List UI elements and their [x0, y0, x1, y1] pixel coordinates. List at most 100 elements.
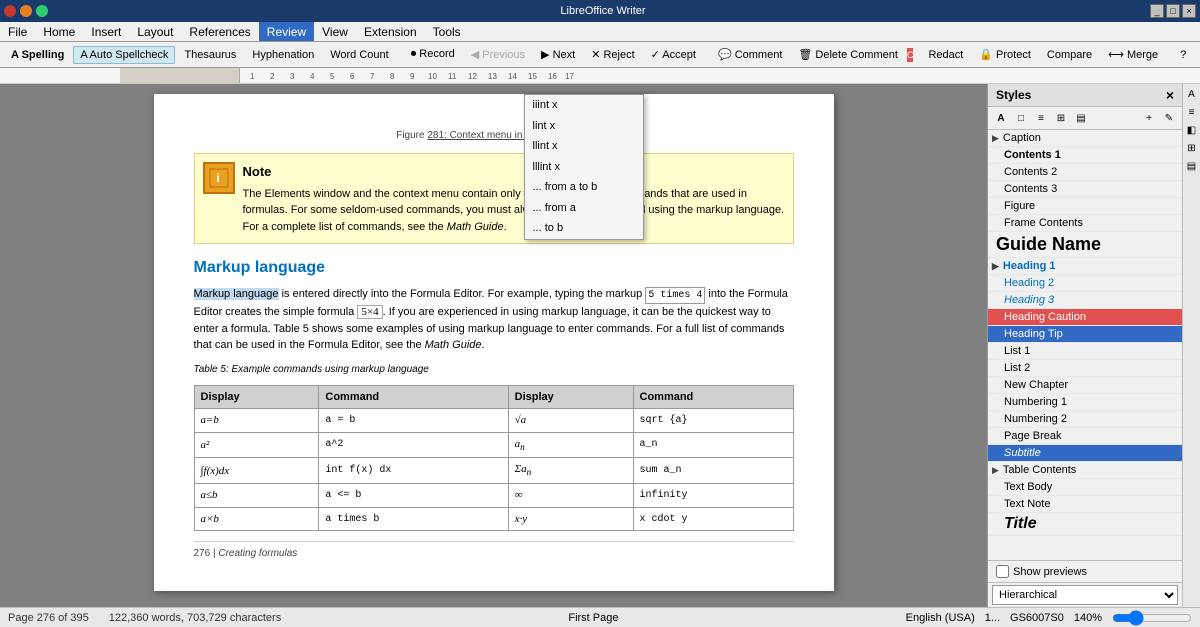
math-guide-ref: Math Guide: [425, 339, 482, 351]
styles-edit-btn[interactable]: ✎: [1160, 109, 1178, 127]
formula-item-to-b[interactable]: ... to b: [525, 218, 643, 239]
style-table-contents[interactable]: ▶Table Contents: [988, 462, 1182, 479]
formula-item-from-a[interactable]: ... from a: [525, 198, 643, 219]
zoom-slider[interactable]: [1112, 610, 1192, 626]
style-guide-name[interactable]: Guide Name: [988, 232, 1182, 258]
menu-extension[interactable]: Extension: [356, 22, 425, 41]
comment-icon: C: [907, 48, 914, 62]
styles-new-btn[interactable]: +: [1140, 109, 1158, 127]
styles-title: Styles: [996, 88, 1031, 102]
style-contents1[interactable]: Contents 1: [988, 147, 1182, 164]
styles-list[interactable]: ▶Caption Contents 1 Contents 2 Contents …: [988, 130, 1182, 560]
word-count-btn[interactable]: Word Count: [323, 46, 396, 64]
style-figure[interactable]: Figure: [988, 198, 1182, 215]
formula-item-lint[interactable]: lint x: [525, 116, 643, 137]
style-heading2[interactable]: Heading 2: [988, 275, 1182, 292]
menu-tools[interactable]: Tools: [425, 22, 469, 41]
styles-btn-frame[interactable]: ⊞: [1052, 109, 1070, 127]
cell-c2-4: infinity: [633, 484, 793, 508]
styles-header: Styles ×: [988, 84, 1182, 107]
show-previews-checkbox[interactable]: [996, 565, 1009, 578]
styles-btn-box[interactable]: □: [1012, 109, 1030, 127]
styles-btn-list[interactable]: ≡: [1032, 109, 1050, 127]
delete-comment-btn[interactable]: 🗑 Delete Comment: [791, 45, 905, 64]
sidebar-btn-2[interactable]: ≡: [1184, 104, 1200, 120]
previous-btn[interactable]: ◀ Previous: [464, 45, 532, 64]
style-numbering1[interactable]: Numbering 1: [988, 394, 1182, 411]
auto-spellcheck-btn[interactable]: A Auto Spellcheck: [73, 46, 175, 64]
show-previews-text: Show previews: [1013, 566, 1087, 578]
menu-bar: File Home Insert Layout References Revie…: [0, 22, 1200, 42]
menu-insert[interactable]: Insert: [83, 22, 129, 41]
review-view-group: ? Review ▼: [1173, 45, 1200, 65]
current-page-label: First Page: [568, 612, 618, 624]
style-frame-contents[interactable]: Frame Contents: [988, 215, 1182, 232]
menu-home[interactable]: Home: [35, 22, 83, 41]
help-icon[interactable]: ?: [1173, 45, 1193, 65]
redact-btn[interactable]: Redact: [921, 46, 970, 64]
next-btn[interactable]: ▶ Next: [534, 45, 582, 64]
merge-btn[interactable]: ⟷ Merge: [1101, 45, 1165, 64]
style-contents3[interactable]: Contents 3: [988, 181, 1182, 198]
formula-item-from-a-to-b[interactable]: ... from a to b: [525, 177, 643, 198]
style-page-break[interactable]: Page Break: [988, 428, 1182, 445]
col-header-command2: Command: [633, 385, 793, 409]
formula-item-iiint[interactable]: iiint x: [525, 95, 643, 116]
style-caption[interactable]: ▶Caption: [988, 130, 1182, 147]
cell-c1-2: a^2: [319, 432, 508, 458]
thesaurus-btn[interactable]: Thesaurus: [177, 46, 243, 64]
menu-review[interactable]: Review: [259, 22, 314, 41]
styles-btn-page[interactable]: ▤: [1072, 109, 1090, 127]
record-btn[interactable]: ⏺ Record: [404, 45, 462, 64]
style-heading-tip[interactable]: Heading Tip: [988, 326, 1182, 343]
menu-layout[interactable]: Layout: [129, 22, 181, 41]
note-title: Note: [243, 162, 785, 182]
style-numbering2[interactable]: Numbering 2: [988, 411, 1182, 428]
cell-d1-4: a≤b: [194, 484, 319, 508]
document-area[interactable]: iiint x lint x llint x lllint x ... from…: [0, 84, 987, 607]
sidebar-btn-3[interactable]: ◧: [1184, 122, 1200, 138]
figure-number: 281: [427, 130, 444, 141]
minimize-btn[interactable]: _: [1150, 4, 1164, 18]
style-list1[interactable]: List 1: [988, 343, 1182, 360]
style-text-note[interactable]: Text Note: [988, 496, 1182, 513]
style-title[interactable]: Title: [988, 513, 1182, 536]
style-text-body[interactable]: Text Body: [988, 479, 1182, 496]
formula-item-llint[interactable]: llint x: [525, 136, 643, 157]
menu-view[interactable]: View: [314, 22, 356, 41]
compare-btn[interactable]: Compare: [1040, 46, 1099, 64]
style-subtitle[interactable]: Subtitle: [988, 445, 1182, 462]
table-row: a≤b a <= b ∞ infinity: [194, 484, 793, 508]
style-new-chapter[interactable]: New Chapter: [988, 377, 1182, 394]
maximize-btn[interactable]: □: [1166, 4, 1180, 18]
formula-table: Display Command Display Command a=b a = …: [194, 385, 794, 532]
window-controls: _ □ ×: [1150, 4, 1196, 18]
style-list2[interactable]: List 2: [988, 360, 1182, 377]
close-btn[interactable]: ×: [1182, 4, 1196, 18]
accept-btn[interactable]: ✓ Accept: [644, 45, 703, 64]
position-label: 1...: [985, 612, 1000, 624]
sidebar-btn-1[interactable]: A: [1184, 86, 1200, 102]
styles-close-btn[interactable]: ×: [1166, 87, 1174, 103]
formula-item-lllint[interactable]: lllint x: [525, 157, 643, 178]
sidebar-btn-4[interactable]: ⊞: [1184, 140, 1200, 156]
style-contents2[interactable]: Contents 2: [988, 164, 1182, 181]
styles-hierarchy-dropdown[interactable]: Hierarchical: [992, 585, 1178, 605]
style-heading1[interactable]: ▶Heading 1: [988, 258, 1182, 275]
styles-btn-a[interactable]: A: [992, 109, 1010, 127]
protect-btn[interactable]: 🔒 Protect: [972, 45, 1038, 64]
style-heading3[interactable]: Heading 3: [988, 292, 1182, 309]
style-heading-caution[interactable]: Heading Caution: [988, 309, 1182, 326]
page-footer: 276 | Creating formulas: [194, 541, 794, 561]
sidebar-btn-5[interactable]: ▤: [1184, 158, 1200, 174]
formula-dropdown[interactable]: iiint x lint x llint x lllint x ... from…: [524, 94, 644, 240]
status-center: First Page: [301, 612, 885, 624]
comment-btn[interactable]: 💬 Comment: [711, 45, 789, 64]
page-count: Page 276 of 395: [8, 612, 89, 624]
spelling-btn[interactable]: A Spelling: [4, 46, 71, 64]
menu-references[interactable]: References: [181, 22, 258, 41]
reject-btn[interactable]: ✕ Reject: [584, 45, 641, 64]
hyphenation-btn[interactable]: Hyphenation: [245, 46, 321, 64]
menu-file[interactable]: File: [0, 22, 35, 41]
show-previews-label[interactable]: Show previews: [996, 565, 1087, 578]
